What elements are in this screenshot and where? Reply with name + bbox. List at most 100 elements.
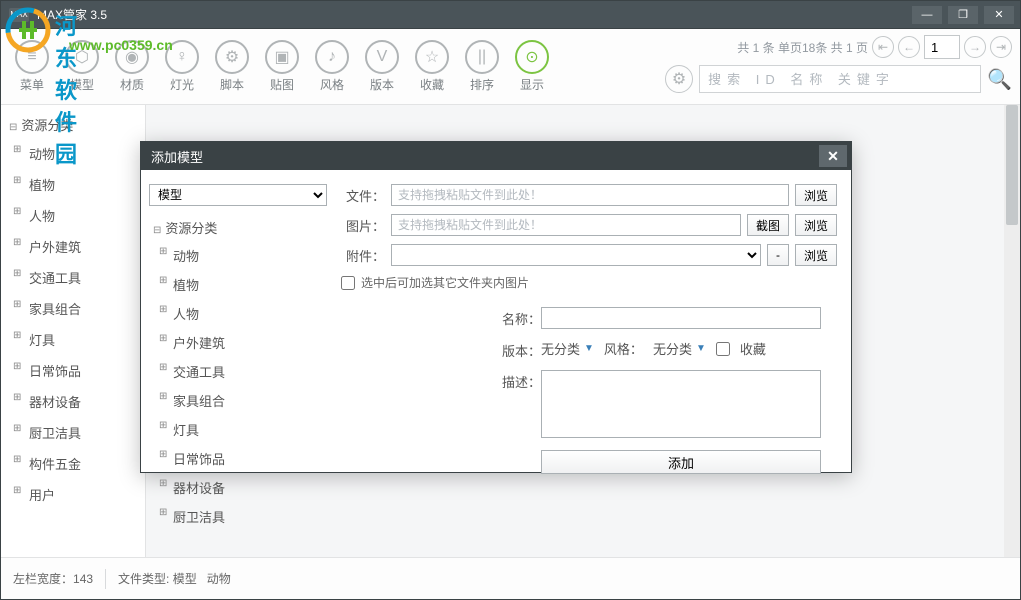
status-left-width-value: 143 [73,572,93,586]
toolbar-display[interactable]: ⊙显示 [507,40,557,93]
dialog-tree: 资源分类 动物 植物 人物 户外建筑 交通工具 家具组合 灯具 日常饰品 器材设… [149,214,318,531]
status-file-type-label: 文件类型: [118,570,169,587]
minimize-button[interactable]: — [912,6,942,24]
dialog-tree-item[interactable]: 植物 [149,270,318,299]
sidebar-item-hardware[interactable]: 构件五金 [1,448,145,479]
sort-icon: || [465,40,499,74]
version-icon: V [365,40,399,74]
screenshot-button[interactable]: 截图 [747,214,789,236]
sidebar-item-plant[interactable]: 植物 [1,169,145,200]
sidebar-root[interactable]: 资源分类 [1,111,145,138]
sidebar-item-lamp[interactable]: 灯具 [1,324,145,355]
statusbar: 左栏宽度： 143 文件类型: 模型 动物 [1,557,1020,599]
pager-prev[interactable]: ← [898,36,920,58]
sidebar-item-animal[interactable]: 动物 [1,138,145,169]
style-label: 风格： [604,339,643,358]
dialog-tree-item[interactable]: 厨卫洁具 [149,502,318,531]
toolbar-version[interactable]: V版本 [357,40,407,93]
name-input[interactable] [541,307,821,329]
chevron-down-icon: ▼ [584,343,594,354]
attach-select[interactable] [391,244,761,266]
texture-icon: ▣ [265,40,299,74]
sidebar: 资源分类 动物 植物 人物 户外建筑 交通工具 家具组合 灯具 日常饰品 器材设… [1,105,146,559]
pager-last[interactable]: ⇥ [990,36,1012,58]
material-icon: ◉ [115,40,149,74]
status-file-type-value: 模型 [173,570,197,587]
sidebar-item-daily[interactable]: 日常饰品 [1,355,145,386]
close-button[interactable]: ✕ [984,6,1014,24]
dialog-close-button[interactable]: ✕ [819,145,847,167]
display-icon: ⊙ [515,40,549,74]
pager-first[interactable]: ⇤ [872,36,894,58]
version-label: 版本： [497,339,541,360]
chevron-down-icon: ▼ [696,343,706,354]
dialog-tree-item[interactable]: 人物 [149,299,318,328]
include-folder-label: 选中后可加选其它文件夹内图片 [361,274,529,291]
attach-label: 附件： [341,246,385,265]
image-browse-button[interactable]: 浏览 [795,214,837,236]
version-dropdown[interactable]: 无分类 ▼ [541,339,594,358]
toolbar-model[interactable]: ⬡模型 [57,40,107,93]
app-logo: MAX [9,8,29,22]
scrollbar[interactable] [1004,105,1020,557]
pager-info: 共 1 条 单页18条 共 1 页 [737,39,868,56]
desc-textarea[interactable] [541,370,821,438]
scrollbar-thumb[interactable] [1006,105,1018,225]
toolbar-texture[interactable]: ▣贴图 [257,40,307,93]
image-input[interactable] [391,214,741,236]
favorite-label: 收藏 [740,339,766,358]
add-model-dialog: 添加模型 ✕ 模型 资源分类 动物 植物 人物 户外建筑 交通工具 家具组合 灯… [140,141,852,473]
toolbar-menu[interactable]: ≡菜单 [7,40,57,93]
file-input[interactable] [391,184,789,206]
model-icon: ⬡ [65,40,99,74]
toolbar-sort[interactable]: ||排序 [457,40,507,93]
type-select[interactable]: 模型 [149,184,327,206]
light-icon: ♀ [165,40,199,74]
sidebar-item-user[interactable]: 用户 [1,479,145,510]
dialog-tree-item[interactable]: 动物 [149,241,318,270]
toolbar-light[interactable]: ♀灯光 [157,40,207,93]
style-icon: ♪ [315,40,349,74]
dialog-tree-item[interactable]: 家具组合 [149,386,318,415]
dialog-tree-item[interactable]: 交通工具 [149,357,318,386]
sidebar-item-outdoor[interactable]: 户外建筑 [1,231,145,262]
toolbar-favorite[interactable]: ☆收藏 [407,40,457,93]
include-folder-checkbox[interactable] [341,276,355,290]
style-dropdown[interactable]: 无分类 ▼ [653,339,706,358]
sidebar-item-people[interactable]: 人物 [1,200,145,231]
dialog-titlebar: 添加模型 ✕ [141,142,851,170]
menu-icon: ≡ [15,40,49,74]
dialog-tree-root[interactable]: 资源分类 [149,214,318,241]
window-title: MAX管家 3.5 [37,6,107,23]
maximize-button[interactable]: ❐ [948,6,978,24]
titlebar: MAX MAX管家 3.5 — ❐ ✕ [1,1,1020,29]
sidebar-item-kitchen[interactable]: 厨卫洁具 [1,417,145,448]
toolbar-material[interactable]: ◉材质 [107,40,157,93]
sidebar-item-furniture[interactable]: 家具组合 [1,293,145,324]
attach-browse-button[interactable]: 浏览 [795,244,837,266]
sidebar-item-equipment[interactable]: 器材设备 [1,386,145,417]
sidebar-item-vehicle[interactable]: 交通工具 [1,262,145,293]
file-label: 文件： [341,186,385,205]
search-icon[interactable]: 🔍 [987,67,1012,92]
pager-input[interactable] [924,35,960,59]
dialog-tree-item[interactable]: 器材设备 [149,473,318,502]
toolbar-script[interactable]: ⚙脚本 [207,40,257,93]
image-label: 图片： [341,216,385,235]
toolbar: ≡菜单 ⬡模型 ◉材质 ♀灯光 ⚙脚本 ▣贴图 ♪风格 V版本 ☆收藏 ||排序… [1,29,1020,105]
dialog-title: 添加模型 [151,147,203,166]
toolbar-style[interactable]: ♪风格 [307,40,357,93]
search-settings-icon[interactable]: ⚙ [665,65,693,93]
dialog-tree-item[interactable]: 日常饰品 [149,444,318,473]
favorite-checkbox[interactable] [716,342,730,356]
add-button[interactable]: 添加 [541,450,821,474]
file-browse-button[interactable]: 浏览 [795,184,837,206]
favorite-icon: ☆ [415,40,449,74]
dialog-tree-item[interactable]: 户外建筑 [149,328,318,357]
script-icon: ⚙ [215,40,249,74]
status-category: 动物 [207,570,231,587]
dialog-tree-item[interactable]: 灯具 [149,415,318,444]
search-input[interactable] [699,65,981,93]
pager-next[interactable]: → [964,36,986,58]
attach-minus-button[interactable]: - [767,244,789,266]
